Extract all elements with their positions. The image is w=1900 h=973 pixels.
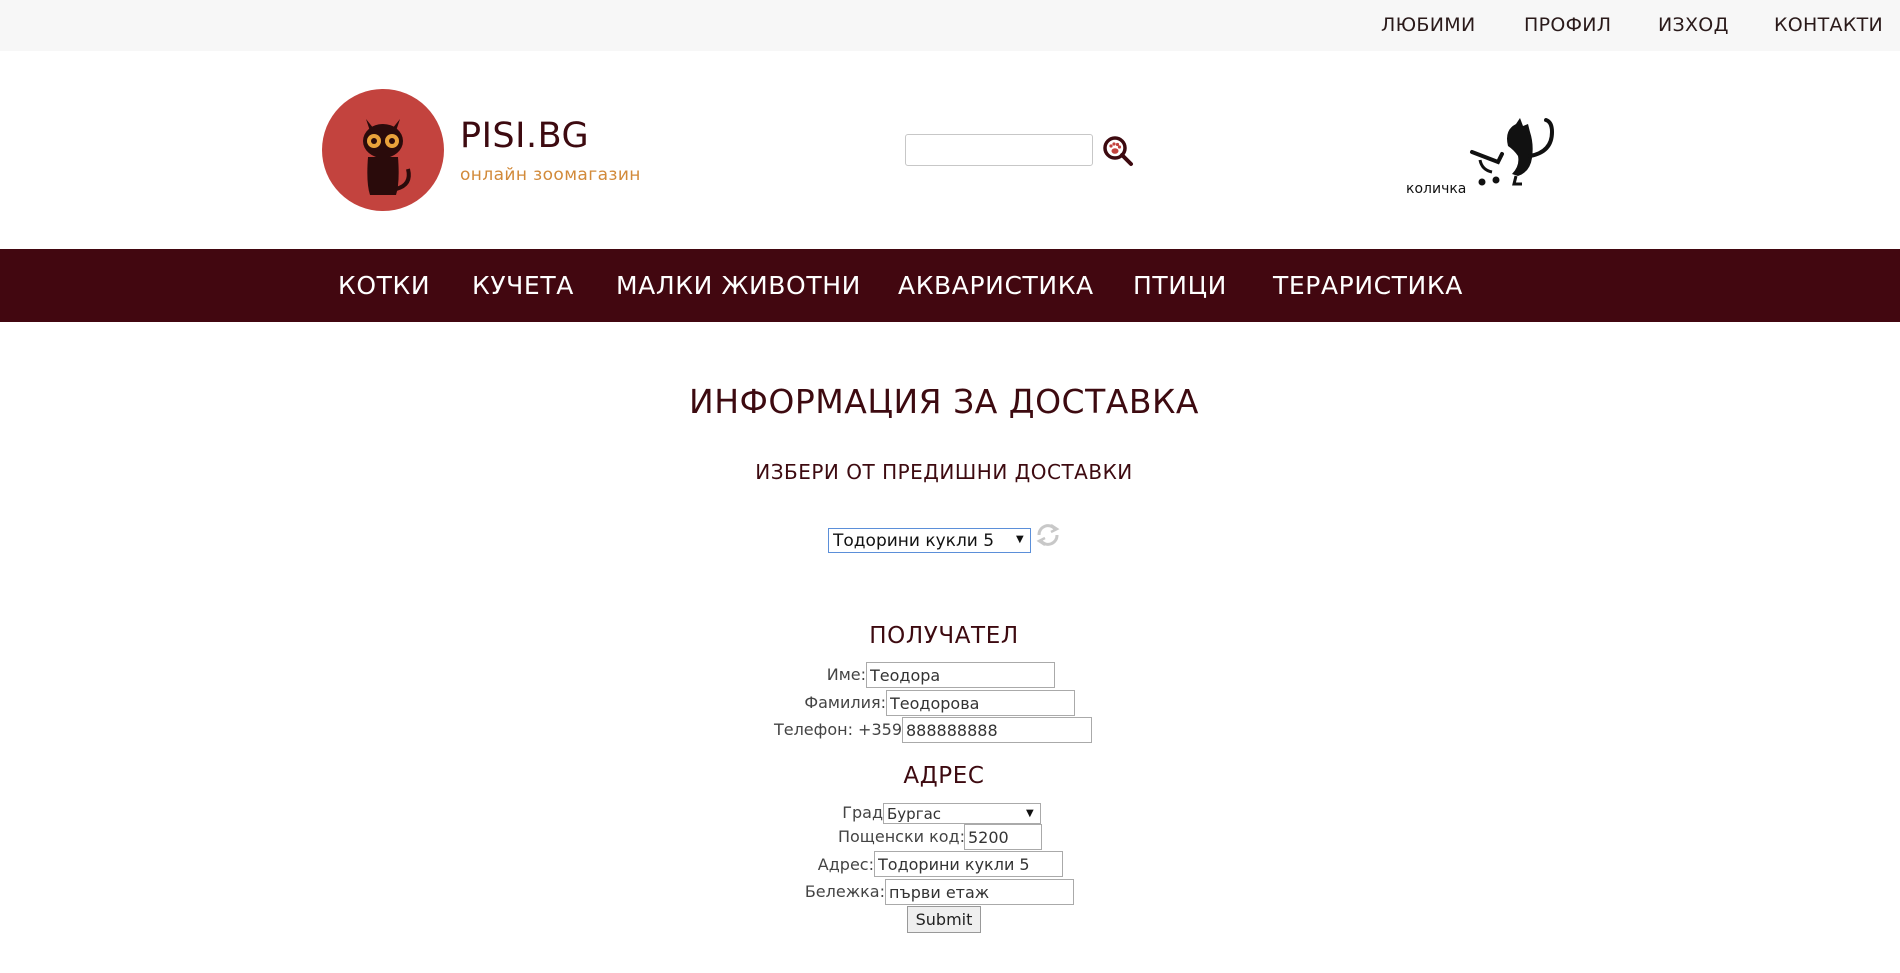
recipient-section-title: ПОЛУЧАТЕЛ [869, 623, 1019, 649]
cat-logo-icon[interactable] [322, 89, 444, 211]
phone-label: Телефон: +359 [773, 720, 902, 739]
search-input[interactable] [905, 134, 1093, 166]
brand-subtitle: онлайн зоомагазин [460, 165, 641, 185]
last-name-label: Фамилия: [804, 693, 886, 712]
brand-title[interactable]: PISI.BG [460, 116, 589, 156]
phone-input[interactable] [902, 717, 1092, 743]
contacts-link[interactable]: КОНТАКТИ [1774, 14, 1883, 36]
address-label: Адрес: [817, 855, 874, 874]
profile-link[interactable]: ПРОФИЛ [1524, 14, 1611, 36]
address-section-title: АДРЕС [903, 763, 985, 789]
city-select[interactable]: Бургас [883, 803, 1041, 824]
first-name-label: Име: [826, 665, 866, 684]
address-input[interactable] [874, 851, 1063, 877]
postcode-input[interactable] [964, 824, 1042, 850]
nav-dogs[interactable]: КУЧЕТА [472, 271, 574, 300]
postcode-label: Пощенски код: [837, 827, 965, 846]
nav-aquaristics[interactable]: АКВАРИСТИКА [898, 271, 1094, 300]
search-button[interactable] [1102, 135, 1134, 167]
note-label: Бележка: [804, 882, 885, 901]
previous-deliveries-select[interactable]: Тодорини кукли 5 [828, 528, 1031, 553]
city-label: Град [842, 803, 883, 822]
cart-label: количка [1406, 181, 1467, 197]
nav-small-animals[interactable]: МАЛКИ ЖИВОТНИ [616, 271, 861, 300]
cart-link[interactable]: количка [1402, 110, 1562, 200]
nav-terraristics[interactable]: ТЕРАРИСТИКА [1273, 271, 1463, 300]
logout-link[interactable]: ИЗХОД [1658, 14, 1729, 36]
favorites-link[interactable]: ЛЮБИМИ [1381, 14, 1475, 36]
last-name-input[interactable] [886, 690, 1075, 716]
submit-button[interactable]: Submit [907, 906, 981, 933]
page-title: ИНФОРМАЦИЯ ЗА ДОСТАВКА [689, 382, 1199, 421]
first-name-input[interactable] [866, 662, 1055, 688]
top-bar: ЛЮБИМИ ПРОФИЛ ИЗХОД КОНТАКТИ [0, 0, 1900, 51]
paw-search-icon [1103, 136, 1133, 166]
previous-deliveries-label: ИЗБЕРИ ОТ ПРЕДИШНИ ДОСТАВКИ [755, 460, 1133, 484]
nav-cats[interactable]: КОТКИ [338, 271, 430, 300]
refresh-icon[interactable] [1034, 520, 1062, 550]
category-nav: КОТКИ КУЧЕТА МАЛКИ ЖИВОТНИ АКВАРИСТИКА П… [0, 249, 1900, 322]
nav-birds[interactable]: ПТИЦИ [1133, 271, 1227, 300]
cat-cart-icon [1470, 118, 1555, 186]
note-input[interactable] [885, 879, 1074, 905]
